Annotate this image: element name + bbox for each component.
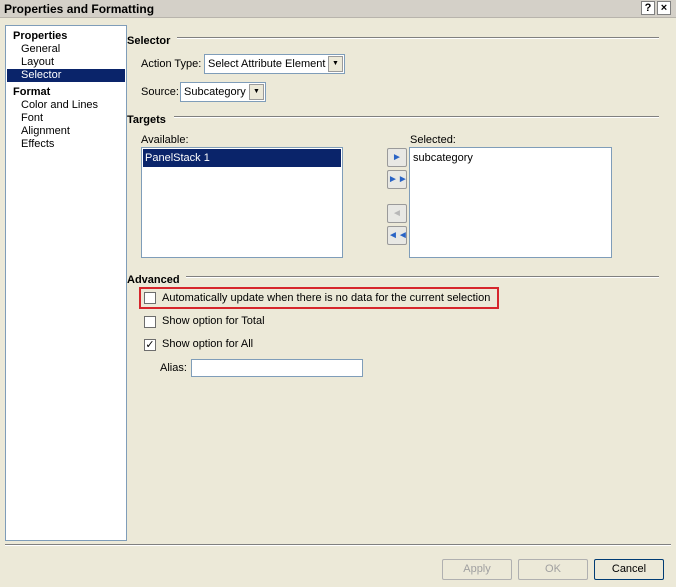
available-label: Available: <box>141 134 189 146</box>
selected-list[interactable]: subcategory <box>409 147 612 258</box>
double-arrow-left-icon: ◄◄ <box>388 230 408 241</box>
source-value: Subcategory <box>184 86 246 98</box>
arrow-right-icon: ► <box>392 152 402 163</box>
nav-item-alignment[interactable]: Alignment <box>7 125 125 138</box>
apply-button[interactable]: Apply <box>442 559 512 580</box>
footer-divider <box>5 544 671 546</box>
title-bar: Properties and Formatting ? × <box>0 0 676 18</box>
arrow-left-icon: ◄ <box>392 208 402 219</box>
selector-section-title: Selector <box>127 35 171 47</box>
move-all-left-button[interactable]: ◄◄ <box>387 226 408 245</box>
move-left-button[interactable]: ◄ <box>387 204 407 223</box>
nav-item-general[interactable]: General <box>7 43 125 56</box>
close-button[interactable]: × <box>657 1 671 15</box>
window-title: Properties and Formatting <box>4 2 155 16</box>
selected-label: Selected: <box>410 134 456 146</box>
category-tree: Properties General Layout Selector Forma… <box>5 25 127 541</box>
nav-item-selector[interactable]: Selector <box>7 69 125 82</box>
double-arrow-right-icon: ►► <box>388 174 408 185</box>
move-right-button[interactable]: ► <box>387 148 407 167</box>
nav-item-effects[interactable]: Effects <box>7 138 125 151</box>
show-total-checkbox[interactable] <box>144 316 156 328</box>
show-all-label[interactable]: Show option for All <box>162 338 253 350</box>
action-type-value: Select Attribute Element <box>208 58 326 70</box>
available-item[interactable]: PanelStack 1 <box>143 149 341 167</box>
cancel-button[interactable]: Cancel <box>594 559 664 580</box>
help-button[interactable]: ? <box>641 1 655 15</box>
available-list[interactable]: PanelStack 1 <box>141 147 343 258</box>
source-select[interactable]: Subcategory ▼ <box>180 82 266 102</box>
nav-group-properties[interactable]: Properties <box>13 30 67 42</box>
show-all-checkbox[interactable]: ✓ <box>144 339 156 351</box>
targets-divider <box>174 116 659 118</box>
source-label: Source: <box>141 86 179 98</box>
selected-item[interactable]: subcategory <box>411 149 610 167</box>
advanced-section-title: Advanced <box>127 274 180 286</box>
advanced-divider <box>186 276 659 278</box>
targets-section-title: Targets <box>127 114 166 126</box>
move-all-right-button[interactable]: ►► <box>387 170 408 189</box>
auto-update-checkbox[interactable] <box>144 292 156 304</box>
ok-button[interactable]: OK <box>518 559 588 580</box>
nav-item-layout[interactable]: Layout <box>7 56 125 69</box>
selector-divider <box>177 37 659 39</box>
nav-item-color-and-lines[interactable]: Color and Lines <box>7 99 125 112</box>
action-type-label: Action Type: <box>141 58 202 70</box>
auto-update-label[interactable]: Automatically update when there is no da… <box>162 292 490 304</box>
chevron-down-icon[interactable]: ▼ <box>249 84 264 100</box>
chevron-down-icon[interactable]: ▼ <box>328 56 343 72</box>
show-total-label[interactable]: Show option for Total <box>162 315 265 327</box>
checkmark-icon: ✓ <box>145 339 155 351</box>
action-type-select[interactable]: Select Attribute Element ▼ <box>204 54 345 74</box>
alias-label: Alias: <box>160 362 187 374</box>
nav-group-format[interactable]: Format <box>13 86 50 98</box>
nav-item-font[interactable]: Font <box>7 112 125 125</box>
alias-input[interactable] <box>191 359 363 377</box>
